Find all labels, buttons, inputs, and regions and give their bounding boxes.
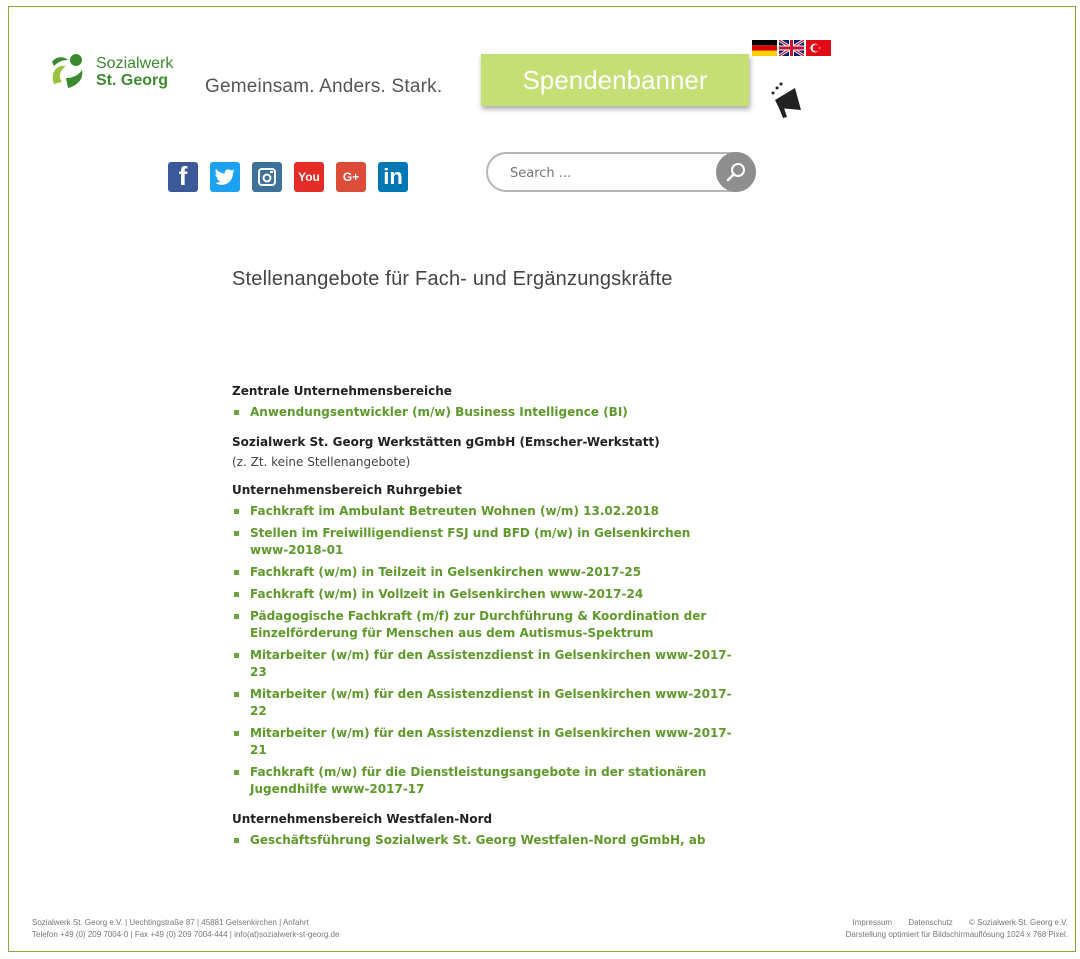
facebook-icon[interactable]: f (168, 161, 198, 192)
job-link[interactable]: Mitarbeiter (w/m) für den Assistenzdiens… (250, 726, 732, 757)
footer-contact-line: Telefon +49 (0) 209 7004-0 | Fax +49 (0)… (32, 930, 340, 939)
search-icon (726, 163, 745, 182)
privacy-link[interactable]: Datenschutz (908, 918, 952, 927)
job-link[interactable]: Mitarbeiter (w/m) für den Assistenzdiens… (250, 687, 732, 718)
section-heading: Unternehmensbereich Westfalen-Nord (232, 812, 493, 826)
section-ruhrgebiet: Unternehmensbereich Ruhrgebiet Fachkraft… (232, 483, 732, 798)
job-link[interactable]: Fachkraft (w/m) in Vollzeit in Gelsenkir… (250, 587, 643, 601)
job-link[interactable]: Fachkraft (m/w) für die Dienstleistungsa… (250, 765, 706, 796)
list-item: Mitarbeiter (w/m) für den Assistenzdiens… (232, 686, 732, 720)
section-central: Zentrale Unternehmensbereiche Anwendungs… (232, 384, 732, 421)
footer-links: Impressum Datenschutz © Sozialwerk St. G… (839, 917, 1068, 941)
megaphone-icon[interactable] (765, 80, 815, 122)
job-list: Fachkraft im Ambulant Betreuten Wohnen (… (232, 503, 732, 798)
job-link[interactable]: Anwendungsentwickler (m/w) Business Inte… (250, 405, 628, 419)
youtube-icon[interactable]: You (294, 162, 324, 192)
section-heading: Unternehmensbereich Ruhrgebiet (232, 483, 462, 497)
job-link[interactable]: Pädagogische Fachkraft (m/f) zur Durchfü… (250, 609, 706, 640)
twitter-bird-icon (215, 169, 235, 185)
job-link[interactable]: Fachkraft im Ambulant Betreuten Wohnen (… (250, 504, 659, 518)
resolution-note: Darstellung optimiert für Bildschirmaufl… (845, 930, 1068, 939)
list-item: Mitarbeiter (w/m) für den Assistenzdiens… (232, 725, 732, 759)
footer-address-line: Sozialwerk St. Georg e.V. | Uechtingstra… (32, 918, 309, 927)
page-title: Stellenangebote für Fach- und Ergänzungs… (232, 268, 673, 290)
uk-flag-icon[interactable] (779, 40, 804, 56)
language-switcher (752, 40, 831, 56)
google-plus-glyph: G+ (342, 170, 360, 184)
section-workshops: Sozialwerk St. Georg Werkstätten gGmbH (… (232, 435, 732, 469)
logo-line-2: St. Georg (96, 72, 169, 89)
job-list: Anwendungsentwickler (m/w) Business Inte… (232, 404, 732, 421)
list-item: Fachkraft im Ambulant Betreuten Wohnen (… (232, 503, 732, 520)
turkish-flag-icon[interactable] (806, 40, 831, 56)
list-item: Mitarbeiter (w/m) für den Assistenzdiens… (232, 647, 732, 681)
section-westfalen-nord: Unternehmensbereich Westfalen-Nord Gesch… (232, 812, 732, 849)
list-item: Fachkraft (w/m) in Vollzeit in Gelsenkir… (232, 586, 732, 603)
list-item: Fachkraft (m/w) für die Dienstleistungsa… (232, 764, 732, 798)
facebook-glyph: f (178, 161, 188, 191)
logo-mark-icon (52, 54, 83, 88)
section-heading: Zentrale Unternehmensbereiche (232, 384, 452, 398)
youtube-glyph: You (298, 170, 320, 184)
job-link[interactable]: Stellen im Freiwilligendienst FSJ und BF… (250, 526, 690, 557)
footer-links-row: Impressum Datenschutz © Sozialwerk St. G… (839, 917, 1068, 929)
no-openings-note: (z. Zt. keine Stellenangebote) (232, 455, 411, 469)
search-input[interactable] (508, 162, 702, 184)
job-link[interactable]: Geschäftsführung Sozialwerk St. Georg We… (250, 833, 705, 847)
instagram-camera-icon (258, 168, 276, 186)
search-button[interactable] (716, 152, 756, 192)
job-link[interactable]: Fachkraft (w/m) in Teilzeit in Gelsenkir… (250, 565, 641, 579)
german-flag-icon[interactable] (752, 40, 777, 56)
job-list: Geschäftsführung Sozialwerk St. Georg We… (232, 832, 732, 849)
imprint-link[interactable]: Impressum (853, 918, 893, 927)
social-links: f You G+ in (168, 161, 408, 192)
linkedin-icon[interactable]: in (378, 162, 408, 192)
copyright-text: © Sozialwerk St. Georg e.V. (969, 918, 1068, 927)
instagram-icon[interactable] (252, 162, 282, 192)
list-item: Pädagogische Fachkraft (m/f) zur Durchfü… (232, 608, 732, 642)
job-link[interactable]: Mitarbeiter (w/m) für den Assistenzdiens… (250, 648, 732, 679)
logo-text: Sozialwerk St. Georg (96, 55, 173, 89)
list-item: Fachkraft (w/m) in Teilzeit in Gelsenkir… (232, 564, 732, 581)
list-item: Geschäftsführung Sozialwerk St. Georg We… (232, 832, 732, 849)
section-heading: Sozialwerk St. Georg Werkstätten gGmbH (… (232, 435, 660, 449)
donation-banner-button[interactable]: Spendenbanner (481, 54, 749, 106)
logo-line-1: Sozialwerk (96, 55, 174, 72)
search-box (486, 152, 756, 192)
tagline: Gemeinsam. Anders. Stark. (205, 76, 443, 97)
logo[interactable]: Sozialwerk St. Georg (46, 50, 173, 94)
list-item: Anwendungsentwickler (m/w) Business Inte… (232, 404, 732, 421)
linkedin-glyph: in (383, 164, 403, 189)
google-plus-icon[interactable]: G+ (336, 162, 366, 192)
job-listings: Zentrale Unternehmensbereiche Anwendungs… (232, 384, 732, 863)
list-item: Stellen im Freiwilligendienst FSJ und BF… (232, 525, 732, 559)
footer-address: Sozialwerk St. Georg e.V. | Uechtingstra… (32, 917, 339, 941)
twitter-icon[interactable] (210, 162, 240, 192)
